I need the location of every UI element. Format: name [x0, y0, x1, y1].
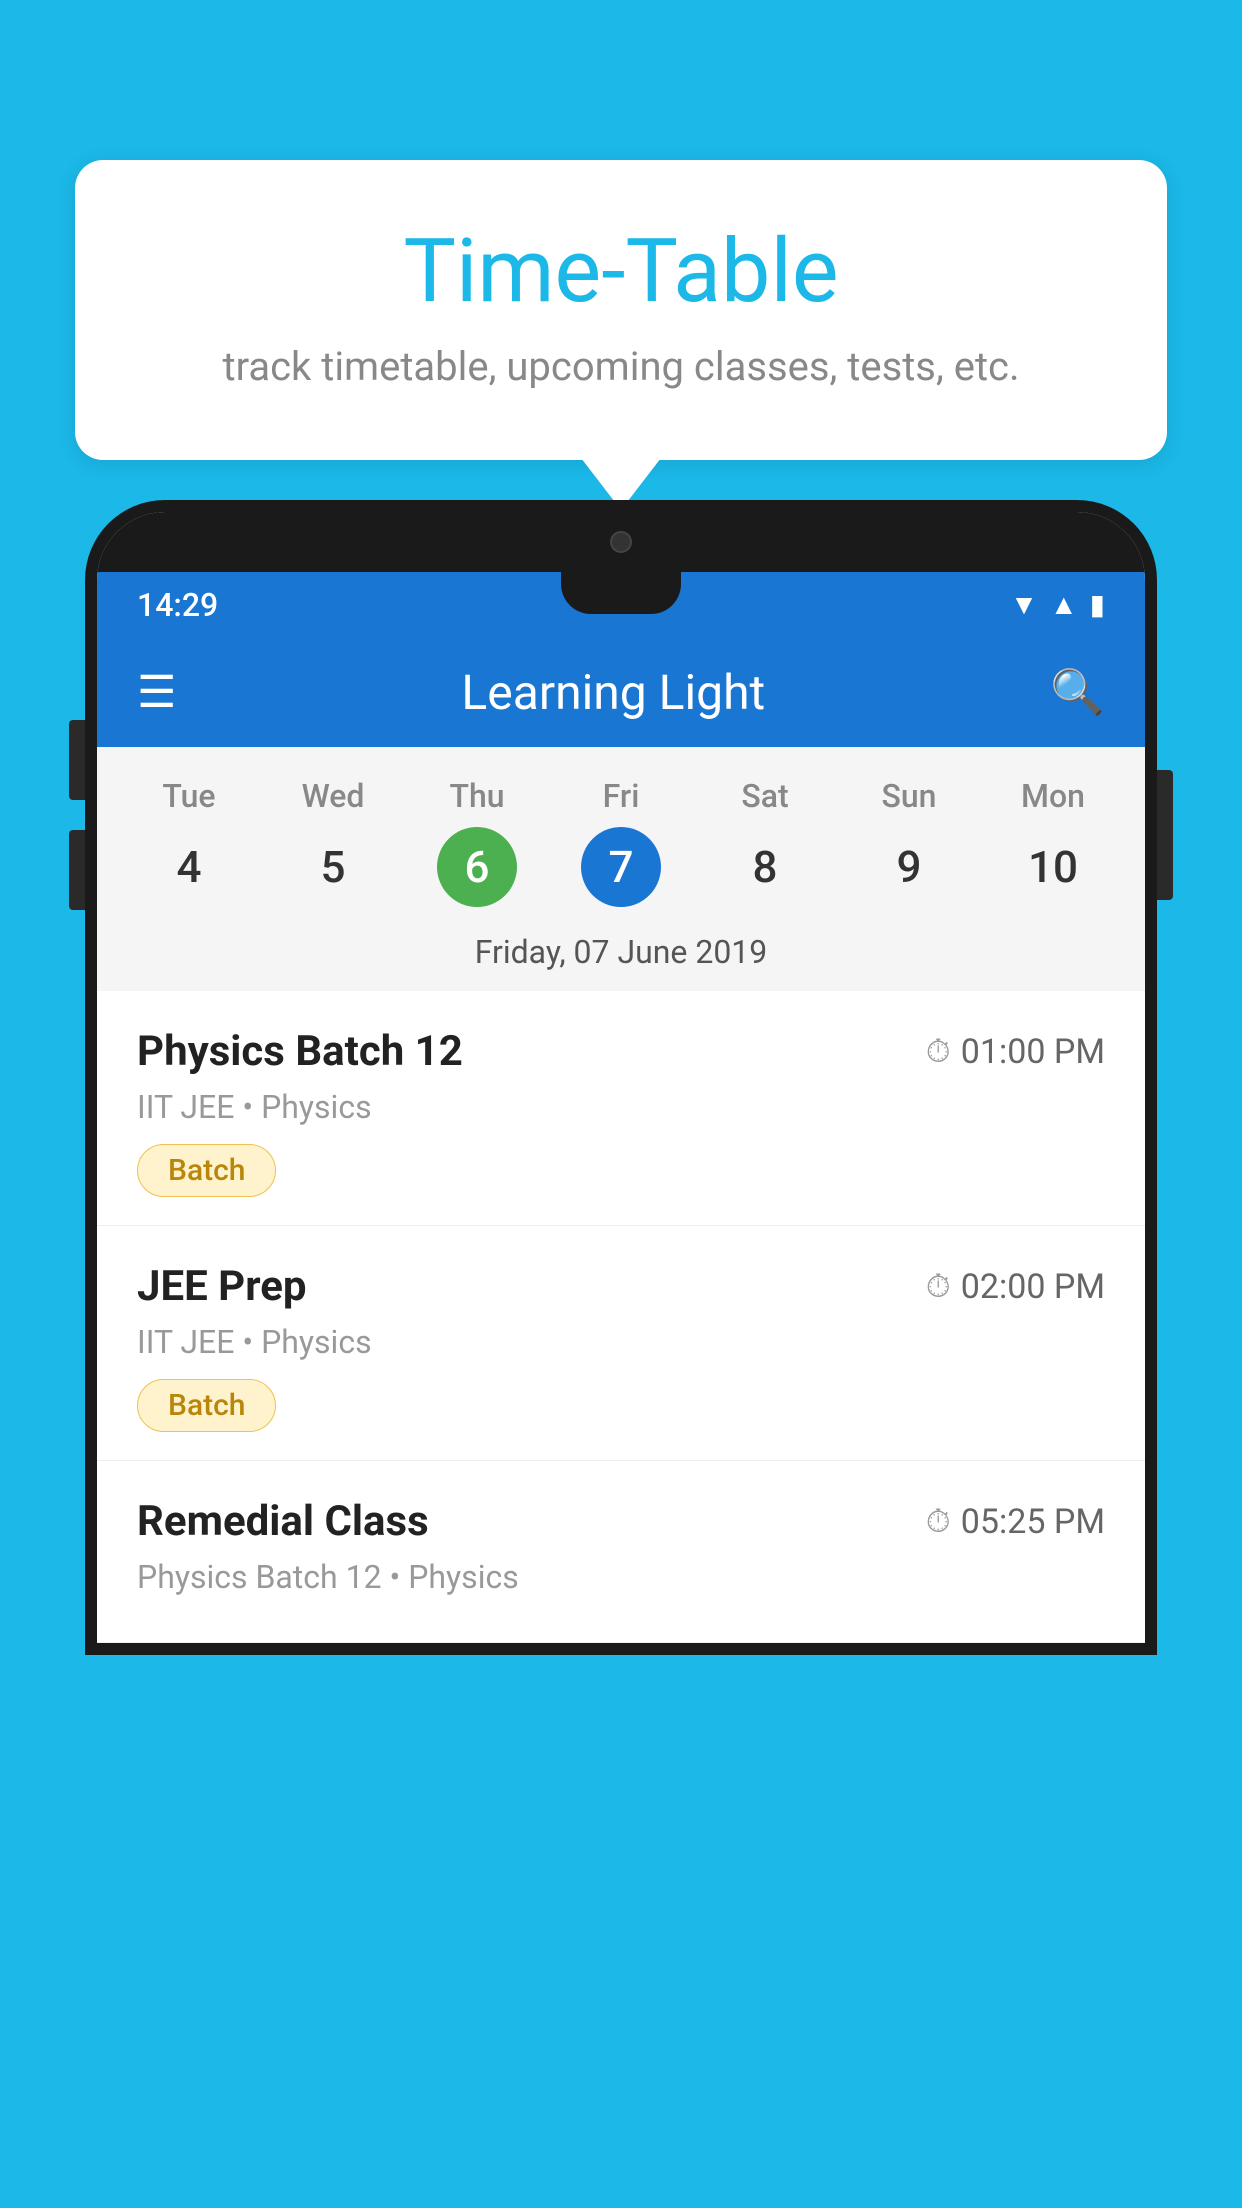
- event-header: Remedial Class ⏱ 05:25 PM: [137, 1497, 1105, 1546]
- event-item[interactable]: Physics Batch 12 ⏱ 01:00 PM IIT JEE • Physi…: [97, 991, 1145, 1226]
- clock-icon: ⏱: [926, 1267, 951, 1306]
- events-list: Physics Batch 12 ⏱ 01:00 PM IIT JEE • Physi…: [97, 991, 1145, 1643]
- day-col[interactable]: Thu 6: [407, 777, 547, 907]
- search-icon[interactable]: 🔍: [1050, 666, 1105, 718]
- event-time: ⏱ 01:00 PM: [926, 1032, 1105, 1072]
- day-col[interactable]: Sun 9: [839, 777, 979, 907]
- event-title: JEE Prep: [137, 1262, 307, 1311]
- day-name: Fri: [603, 777, 640, 815]
- speech-bubble-container: Time-Table track timetable, upcoming cla…: [75, 160, 1167, 460]
- event-time: ⏱ 02:00 PM: [926, 1267, 1105, 1307]
- menu-icon[interactable]: ☰: [137, 666, 176, 718]
- clock-icon: ⏱: [926, 1032, 951, 1071]
- day-name: Thu: [449, 777, 504, 815]
- side-button-vol-up: [69, 720, 85, 800]
- event-time: ⏱ 05:25 PM: [926, 1502, 1105, 1542]
- bubble-subtitle: track timetable, upcoming classes, tests…: [155, 343, 1087, 390]
- batch-badge: Batch: [137, 1144, 276, 1197]
- event-title: Remedial Class: [137, 1497, 429, 1546]
- status-time: 14:29: [137, 586, 218, 624]
- week-days: Tue 4 Wed 5 Thu 6 Fri 7 Sat 8 Sun 9 Mon 10: [97, 767, 1145, 917]
- day-number: 7: [581, 827, 661, 907]
- status-bar: 14:29 ▼ ▲ ▮: [97, 572, 1145, 637]
- phone-frame: 14:29 ▼ ▲ ▮ ☰ Learning Light 🔍 Tue4Wed5T…: [85, 500, 1157, 1655]
- day-name: Tue: [162, 777, 215, 815]
- day-number: 8: [725, 827, 805, 907]
- event-subtitle: IIT JEE • Physics: [137, 1088, 1105, 1126]
- notch: [561, 572, 681, 614]
- day-name: Wed: [302, 777, 365, 815]
- event-header: Physics Batch 12 ⏱ 01:00 PM: [137, 1027, 1105, 1076]
- selected-date-label: Friday, 07 June 2019: [97, 917, 1145, 991]
- signal-icon: ▲: [1050, 588, 1078, 621]
- wifi-icon: ▼: [1010, 588, 1038, 621]
- phone-screen: 14:29 ▼ ▲ ▮ ☰ Learning Light 🔍 Tue4Wed5T…: [97, 512, 1145, 1643]
- event-subtitle: IIT JEE • Physics: [137, 1323, 1105, 1361]
- batch-badge: Batch: [137, 1379, 276, 1432]
- event-time-text: 05:25 PM: [961, 1502, 1105, 1542]
- phone-top: [97, 512, 1145, 572]
- day-number: 9: [869, 827, 949, 907]
- battery-icon: ▮: [1090, 588, 1105, 621]
- day-name: Sat: [741, 777, 788, 815]
- bubble-title: Time-Table: [155, 220, 1087, 323]
- speech-bubble: Time-Table track timetable, upcoming cla…: [75, 160, 1167, 460]
- day-col[interactable]: Wed 5: [263, 777, 403, 907]
- day-number: 4: [149, 827, 229, 907]
- day-col[interactable]: Mon 10: [983, 777, 1123, 907]
- day-number: 6: [437, 827, 517, 907]
- phone-container: 14:29 ▼ ▲ ▮ ☰ Learning Light 🔍 Tue4Wed5T…: [85, 500, 1157, 2208]
- day-name: Sun: [882, 777, 937, 815]
- calendar-header: Tue 4 Wed 5 Thu 6 Fri 7 Sat 8 Sun 9 Mon 10 Friday, 07…: [97, 747, 1145, 991]
- status-icons: ▼ ▲ ▮: [1010, 588, 1105, 621]
- clock-icon: ⏱: [926, 1502, 951, 1541]
- event-item[interactable]: JEE Prep ⏱ 02:00 PM IIT JEE • Physics Batch: [97, 1226, 1145, 1461]
- side-button-power: [1157, 770, 1173, 900]
- event-item[interactable]: Remedial Class ⏱ 05:25 PM Physics Batch 12 …: [97, 1461, 1145, 1643]
- day-col[interactable]: Sat 8: [695, 777, 835, 907]
- event-time-text: 01:00 PM: [961, 1032, 1105, 1072]
- event-title: Physics Batch 12: [137, 1027, 463, 1076]
- day-number: 10: [1013, 827, 1093, 907]
- event-time-text: 02:00 PM: [961, 1267, 1105, 1307]
- app-bar-title: Learning Light: [176, 664, 1050, 721]
- day-number: 5: [293, 827, 373, 907]
- day-col[interactable]: Fri 7: [551, 777, 691, 907]
- app-bar: ☰ Learning Light 🔍: [97, 637, 1145, 747]
- side-button-vol-down: [69, 830, 85, 910]
- camera: [610, 531, 632, 553]
- event-header: JEE Prep ⏱ 02:00 PM: [137, 1262, 1105, 1311]
- day-name: Mon: [1021, 777, 1085, 815]
- event-subtitle: Physics Batch 12 • Physics: [137, 1558, 1105, 1596]
- day-col[interactable]: Tue 4: [119, 777, 259, 907]
